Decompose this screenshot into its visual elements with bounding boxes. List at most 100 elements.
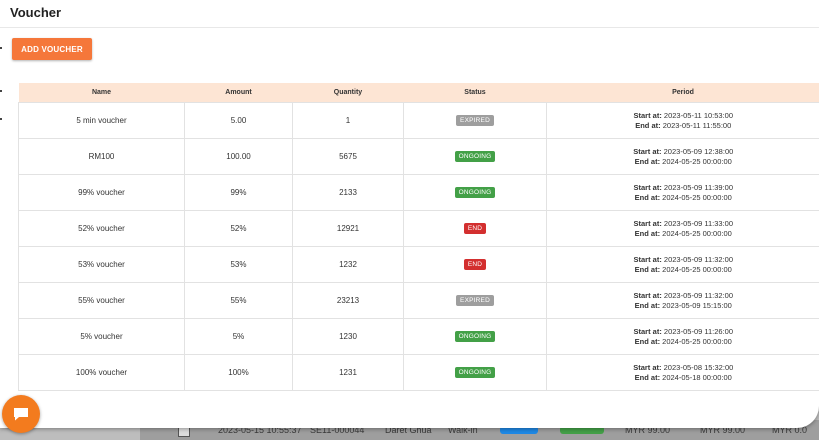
period-start-value: 2023-05-09 11:32:00 — [663, 254, 734, 264]
period-start-label: Start at: — [633, 182, 662, 192]
period-start-value: 2023-05-09 11:39:00 — [663, 182, 734, 192]
period-start-line: Start at: 2023-05-09 11:32:00 — [547, 255, 819, 265]
status-badge: EXPIRED — [456, 295, 494, 306]
table-row: 5% voucher 5% 1230 ONGOING Start at: 2023-05… — [18, 318, 819, 355]
period-start-label: Start at: — [633, 110, 662, 120]
table-row: RM100 100.00 5675 ONGOING Start at: 2023-05-… — [18, 138, 819, 175]
period-end-value: 2024-05-25 00:00:00 — [662, 228, 732, 238]
cell-amount: 52% — [184, 210, 293, 247]
cell-period: Start at: 2023-05-09 11:32:00 End at: 202… — [546, 246, 819, 283]
period-end-value: 2024-05-25 00:00:00 — [662, 336, 732, 346]
period-end-line: End at: 2024-05-25 00:00:00 — [547, 229, 819, 239]
table-row: 99% voucher 99% 2133 ONGOING Start at: 2023-… — [18, 174, 819, 211]
period-start-label: Start at: — [633, 254, 662, 264]
period-end-line: End at: 2024-05-25 00:00:00 — [547, 193, 819, 203]
period-start-value: 2023-05-09 11:33:00 — [663, 218, 734, 228]
cell-period: Start at: 2023-05-11 10:53:00 End at: 202… — [546, 102, 819, 139]
cell-quantity: 1231 — [292, 354, 404, 391]
cell-period: Start at: 2023-05-09 11:39:00 End at: 202… — [546, 174, 819, 211]
period-end-line: End at: 2024-05-25 00:00:00 — [547, 337, 819, 347]
header-period: Period — [546, 83, 819, 103]
cell-amount: 100.00 — [184, 138, 293, 175]
period-start-line: Start at: 2023-05-09 12:38:00 — [547, 147, 819, 157]
cell-quantity: 1232 — [292, 246, 404, 283]
table-row: 53% voucher 53% 1232 END Start at: 2023-05-0… — [18, 246, 819, 283]
period-start-value: 2023-05-11 10:53:00 — [663, 110, 734, 120]
status-badge: ONGOING — [454, 367, 496, 378]
period-end-line: End at: 2024-05-25 00:00:00 — [547, 157, 819, 167]
period-end-label: End at: — [634, 156, 661, 166]
cell-status: ONGOING — [403, 318, 547, 355]
period-end-value: 2024-05-25 00:00:00 — [662, 192, 732, 202]
cell-quantity: 1 — [292, 102, 404, 139]
modal-title: Voucher — [10, 5, 62, 20]
cell-quantity: 1230 — [292, 318, 404, 355]
period-end-value: 2024-05-25 00:00:00 — [662, 156, 732, 166]
period-end-line: End at: 2023-05-09 15:15:00 — [547, 301, 819, 311]
period-start-label: Start at: — [633, 362, 662, 372]
table-row: 52% voucher 52% 12921 END Start at: 2023-05-… — [18, 210, 819, 247]
cell-status: ONGOING — [403, 174, 547, 211]
cell-period: Start at: 2023-05-09 12:38:00 End at: 202… — [546, 138, 819, 175]
period-start-value: 2023-05-08 15:32:00 — [663, 362, 734, 372]
cell-status: ONGOING — [403, 354, 547, 391]
left-edge-mark — [0, 90, 2, 92]
period-end-label: End at: — [635, 120, 661, 130]
period-start-label: Start at: — [633, 218, 662, 228]
voucher-modal: Voucher ADD VOUCHER Name Amount Quantity… — [0, 0, 819, 433]
status-badge: END — [463, 223, 487, 234]
table-row: 5 min voucher 5.00 1 EXPIRED Start at: 2023-… — [18, 102, 819, 139]
period-end-label: End at: — [634, 228, 661, 238]
period-start-label: Start at: — [633, 326, 662, 336]
table-header-row: Name Amount Quantity Status Period — [18, 83, 819, 103]
table-row: 55% voucher 55% 23213 EXPIRED Start at: 2023… — [18, 282, 819, 319]
cell-period: Start at: 2023-05-09 11:33:00 End at: 202… — [546, 210, 819, 247]
cell-status: EXPIRED — [403, 102, 547, 139]
period-start-value: 2023-05-09 11:32:00 — [663, 290, 734, 300]
period-end-label: End at: — [634, 192, 661, 202]
period-start-line: Start at: 2023-05-09 11:32:00 — [547, 291, 819, 301]
chat-button[interactable] — [2, 395, 40, 433]
period-start-line: Start at: 2023-05-08 15:32:00 — [547, 363, 819, 373]
cell-name: 53% voucher — [18, 246, 185, 283]
header-status: Status — [403, 83, 547, 103]
cell-name: 99% voucher — [18, 174, 185, 211]
add-voucher-button[interactable]: ADD VOUCHER — [12, 38, 92, 60]
cell-status: END — [403, 246, 547, 283]
period-start-label: Start at: — [633, 146, 662, 156]
period-start-line: Start at: 2023-05-11 10:53:00 — [547, 111, 819, 121]
header-amount: Amount — [184, 83, 293, 103]
cell-status: ONGOING — [403, 138, 547, 175]
status-badge: END — [463, 259, 487, 270]
period-end-label: End at: — [634, 300, 661, 310]
chat-icon — [14, 408, 28, 421]
status-badge: ONGOING — [454, 331, 496, 342]
period-end-line: End at: 2024-05-18 00:00:00 — [547, 373, 819, 383]
cell-name: 5 min voucher — [18, 102, 185, 139]
cell-name: 52% voucher — [18, 210, 185, 247]
cell-status: EXPIRED — [403, 282, 547, 319]
status-badge: ONGOING — [454, 151, 496, 162]
cell-name: 5% voucher — [18, 318, 185, 355]
period-end-value: 2024-05-18 00:00:00 — [662, 372, 732, 382]
period-end-value: 2023-05-11 11:55:00 — [662, 120, 732, 130]
cell-period: Start at: 2023-05-09 11:26:00 End at: 202… — [546, 318, 819, 355]
period-end-line: End at: 2023-05-11 11:55:00 — [547, 121, 819, 131]
period-start-line: Start at: 2023-05-09 11:39:00 — [547, 183, 819, 193]
period-start-value: 2023-05-09 11:26:00 — [663, 326, 734, 336]
header-quantity: Quantity — [292, 83, 404, 103]
period-end-label: End at: — [634, 372, 661, 382]
status-badge: EXPIRED — [456, 115, 494, 126]
status-badge: ONGOING — [454, 187, 496, 198]
title-divider — [0, 27, 819, 28]
cell-amount: 99% — [184, 174, 293, 211]
cell-period: Start at: 2023-05-09 11:32:00 End at: 202… — [546, 282, 819, 319]
period-end-label: End at: — [634, 336, 661, 346]
period-end-value: 2023-05-09 15:15:00 — [662, 300, 732, 310]
period-start-line: Start at: 2023-05-09 11:33:00 — [547, 219, 819, 229]
cell-amount: 55% — [184, 282, 293, 319]
cell-name: 100% voucher — [18, 354, 185, 391]
header-name: Name — [18, 83, 185, 103]
voucher-table: Name Amount Quantity Status Period 5 min… — [18, 83, 819, 391]
table-row: 100% voucher 100% 1231 ONGOING Start at: 202… — [18, 354, 819, 391]
